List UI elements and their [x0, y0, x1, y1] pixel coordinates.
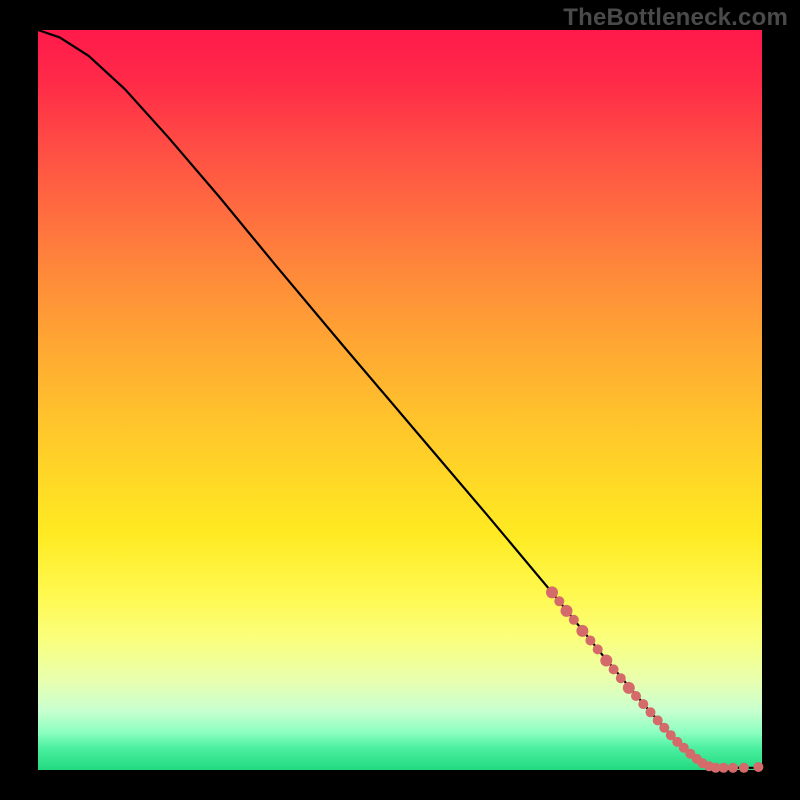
plot-area: [38, 30, 762, 770]
data-point: [631, 691, 641, 701]
data-point: [728, 763, 738, 773]
data-point: [638, 699, 648, 709]
chart-frame: TheBottleneck.com: [0, 0, 800, 800]
curve-line: [38, 30, 762, 768]
data-point: [739, 763, 749, 773]
marker-group: [546, 586, 763, 772]
data-point: [646, 707, 656, 717]
data-point: [585, 636, 595, 646]
data-point: [753, 762, 763, 772]
data-point: [561, 605, 573, 617]
data-point: [546, 586, 558, 598]
chart-svg: [38, 30, 762, 770]
data-point: [554, 596, 564, 606]
data-point: [600, 655, 612, 667]
data-point: [609, 664, 619, 674]
data-point: [576, 625, 588, 637]
data-point: [719, 763, 729, 773]
data-point: [569, 615, 579, 625]
watermark-text: TheBottleneck.com: [563, 4, 788, 32]
data-point: [616, 673, 626, 683]
data-point: [593, 644, 603, 654]
